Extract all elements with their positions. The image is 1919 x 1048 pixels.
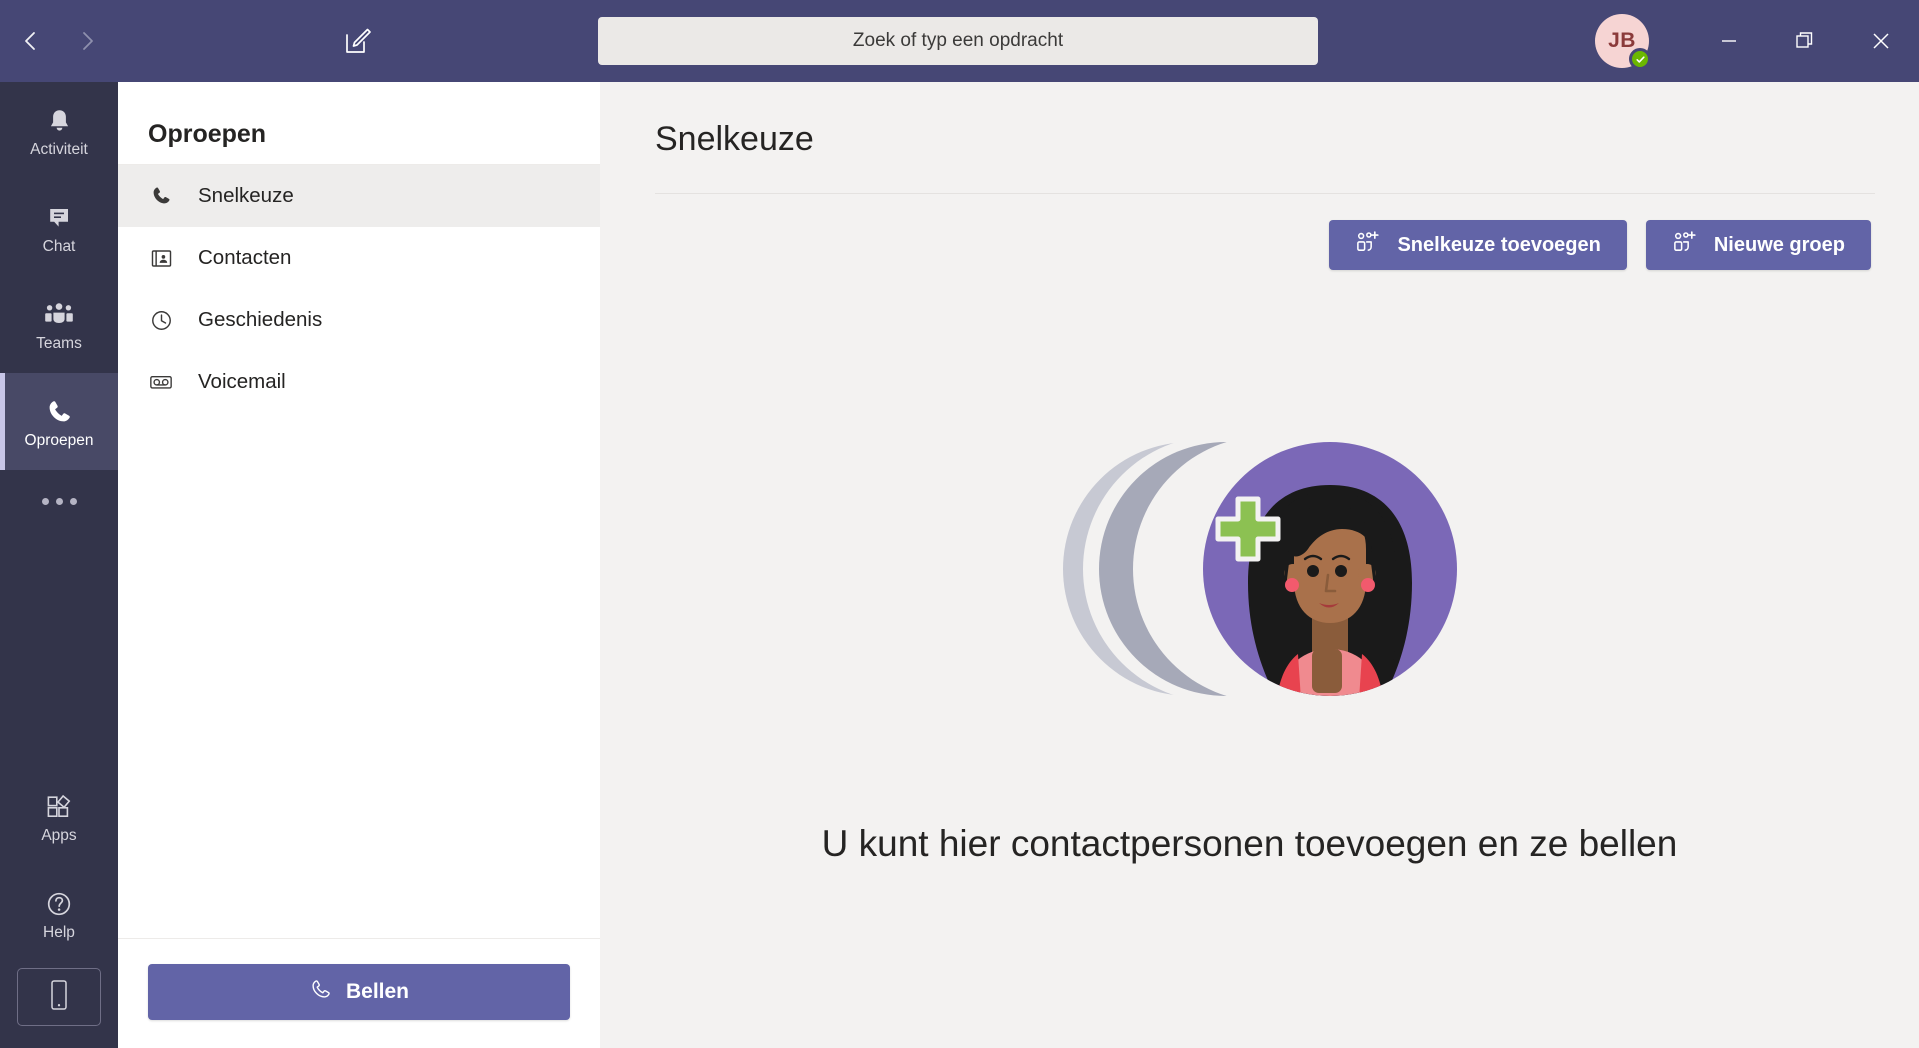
panel-item-voicemail[interactable]: Voicemail: [118, 351, 600, 413]
sidebar-item-label: Activiteit: [30, 140, 88, 158]
rail-bottom-items: Apps Help: [0, 768, 118, 1048]
sidebar-item-help[interactable]: Help: [0, 865, 118, 962]
new-group-label: Nieuwe groep: [1713, 233, 1845, 256]
rail-spacer: [0, 532, 118, 768]
mobile-app-button[interactable]: [17, 968, 101, 1026]
compose-area: [118, 0, 598, 82]
sidebar-item-chat[interactable]: Chat: [0, 179, 118, 276]
main-header: Snelkeuze: [600, 82, 1919, 159]
page-title: Oproepen: [148, 119, 267, 148]
panel-item-speed-dial[interactable]: Snelkeuze: [118, 165, 600, 227]
main-body: Activiteit Chat Teams Oproepen Apps Help…: [0, 82, 1919, 1048]
panel-footer: Bellen: [118, 938, 600, 1048]
more-apps-button[interactable]: [0, 470, 118, 532]
phone-icon: [45, 395, 73, 429]
panel-item-contacts[interactable]: Contacten: [118, 227, 600, 289]
search-area: [598, 17, 1318, 65]
phone-icon: [309, 978, 332, 1007]
maximize-restore-button[interactable]: [1767, 0, 1843, 82]
app-rail: Activiteit Chat Teams Oproepen Apps Help: [0, 82, 118, 1048]
back-arrow-icon[interactable]: [14, 24, 48, 58]
apps-icon: [45, 790, 73, 824]
title-bar: JB: [0, 0, 1919, 82]
sidebar-item-activity[interactable]: Activiteit: [0, 82, 118, 179]
empty-state: U kunt hier contactpersonen toevoegen en…: [600, 270, 1919, 1048]
add-contact-illustration: [1062, 436, 1457, 702]
panel-item-label: Snelkeuze: [198, 184, 294, 207]
sidebar-item-apps[interactable]: Apps: [0, 768, 118, 865]
teams-window: JB: [0, 0, 1919, 1048]
avatar[interactable]: JB: [1595, 14, 1651, 70]
panel-item-history[interactable]: Geschiedenis: [118, 289, 600, 351]
teams-icon: [44, 298, 74, 332]
add-speed-dial-button[interactable]: Snelkeuze toevoegen: [1329, 220, 1627, 270]
forward-arrow-icon[interactable]: [70, 24, 104, 58]
sidebar-item-label: Apps: [41, 826, 77, 844]
chat-icon: [46, 201, 73, 235]
minimize-button[interactable]: [1691, 0, 1767, 82]
close-button[interactable]: [1843, 0, 1919, 82]
sidebar-item-calls[interactable]: Oproepen: [0, 373, 118, 470]
help-icon: [45, 887, 73, 921]
bell-icon: [46, 104, 73, 138]
sidebar-item-label: Oproepen: [24, 431, 94, 449]
contact-card-icon: [148, 247, 174, 270]
sidebar-item-teams[interactable]: Teams: [0, 276, 118, 373]
panel-nav-list: Snelkeuze Contacten Geschiedenis Voicema…: [118, 165, 600, 938]
navigation-arrows: [0, 0, 118, 82]
panel-item-label: Geschiedenis: [198, 308, 323, 331]
panel-header: Oproepen: [118, 82, 600, 165]
calls-panel: Oproepen Snelkeuze Contacten Geschiedeni…: [118, 82, 600, 1048]
search-input[interactable]: [598, 17, 1318, 65]
add-person-icon: [1672, 230, 1697, 261]
sidebar-item-label: Help: [43, 923, 75, 941]
phone-icon: [148, 185, 174, 207]
main-page-title: Snelkeuze: [655, 120, 814, 158]
titlebar-right: JB: [1318, 0, 1919, 82]
status-badge: [1629, 48, 1651, 70]
add-speed-dial-label: Snelkeuze toevoegen: [1397, 233, 1601, 256]
more-icon: [41, 497, 77, 505]
empty-state-message: U kunt hier contactpersonen toevoegen en…: [821, 823, 1678, 864]
action-buttons: Snelkeuze toevoegen Nieuwe groep: [600, 194, 1919, 270]
make-call-button-label: Bellen: [345, 980, 410, 1003]
rail-top-items: Activiteit Chat Teams Oproepen: [0, 82, 118, 532]
sidebar-item-label: Chat: [42, 237, 76, 255]
mobile-phone-icon: [48, 978, 70, 1017]
clock-icon: [148, 309, 174, 332]
add-person-icon: [1355, 230, 1380, 261]
make-call-button[interactable]: Bellen: [148, 964, 570, 1020]
panel-item-label: Contacten: [198, 246, 292, 269]
sidebar-item-label: Teams: [36, 334, 82, 352]
panel-item-label: Voicemail: [198, 370, 286, 393]
voicemail-icon: [148, 371, 174, 393]
new-group-button[interactable]: Nieuwe groep: [1645, 220, 1871, 270]
compose-icon[interactable]: [334, 17, 382, 65]
main-content: Snelkeuze Snelkeuze toevoegen Nieuwe gro…: [600, 82, 1919, 1048]
